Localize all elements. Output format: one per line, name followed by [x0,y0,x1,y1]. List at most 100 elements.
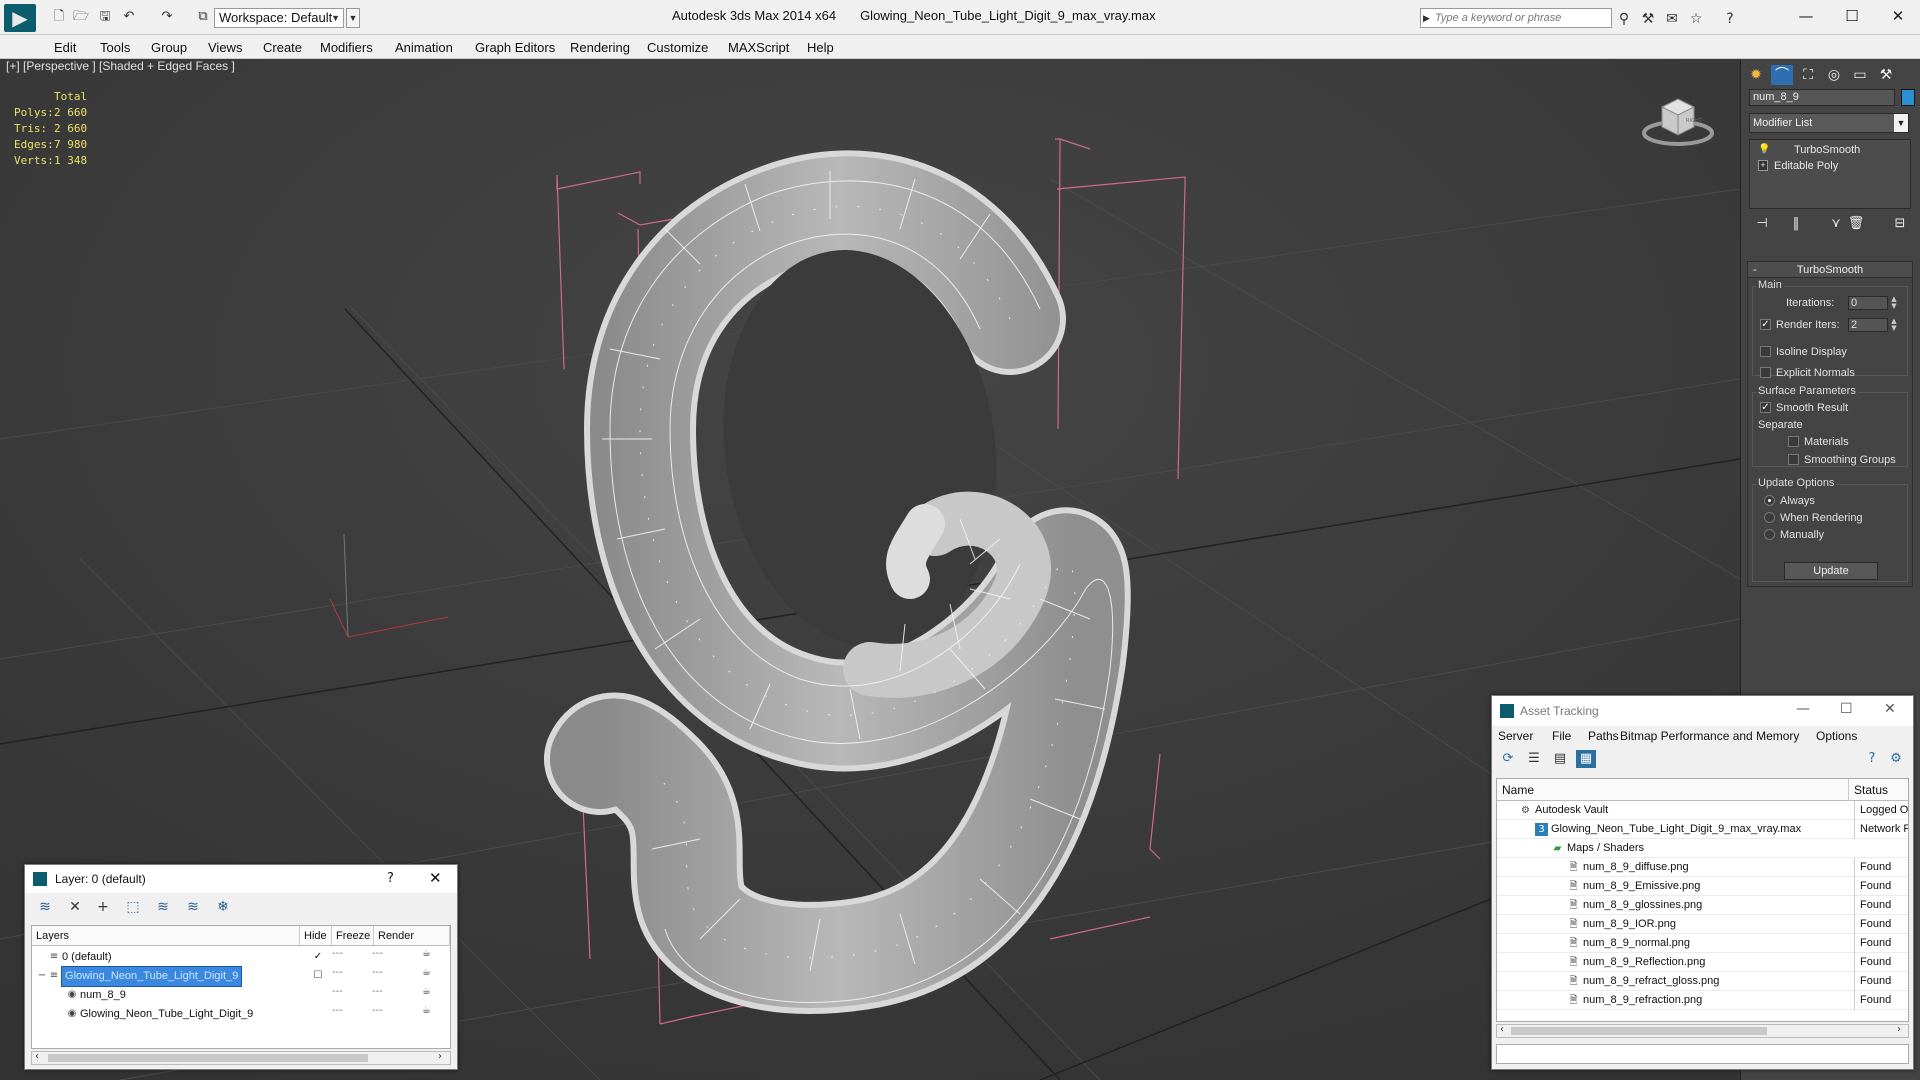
layer-row[interactable]: ◉ num_8_9 --- --- ☕ [32,986,450,1005]
column-header-name[interactable]: Name [1497,779,1849,801]
add-layer-icon[interactable]: + [93,898,113,916]
menu-views[interactable]: Views [208,40,242,55]
viewport-label[interactable]: [+] [Perspective ] [Shaded + Edged Faces… [6,59,235,73]
hide-toggle[interactable]: --- [332,986,343,997]
menu-bitmap-performance[interactable]: Bitmap Performance and Memory [1620,729,1799,743]
binoculars-icon[interactable]: ⚲ [1616,11,1632,27]
menu-group[interactable]: Group [151,40,187,55]
motion-tab-icon[interactable]: ◎ [1823,65,1845,85]
asset-row[interactable]: 3 Glowing_Neon_Tube_Light_Digit_9_max_vr… [1497,820,1908,839]
display-tab-icon[interactable]: ▭ [1849,65,1871,85]
asset-path-field[interactable] [1496,1044,1909,1064]
smooth-result-checkbox[interactable]: ✓ [1760,402,1771,413]
asset-row[interactable]: 🗎 num_8_9_Emissive.png Found [1497,877,1908,896]
asset-row[interactable]: 🗎 num_8_9_glossines.png Found [1497,896,1908,915]
asset-row[interactable]: 🗎 num_8_9_normal.png Found [1497,934,1908,953]
menu-rendering[interactable]: Rendering [570,40,630,55]
help-icon[interactable]: ? [1722,11,1738,27]
layer-row[interactable]: ≡ 0 (default) ✓ --- --- ☕ [32,948,450,967]
hide-toggle[interactable]: --- [332,967,343,978]
horizontal-scrollbar[interactable]: ‹ › [1496,1024,1909,1038]
maximize-button[interactable]: ☐ [1830,4,1874,28]
show-end-result-icon[interactable]: ‖ [1787,215,1805,233]
menu-maxscript[interactable]: MAXScript [728,40,789,55]
utilities-tab-icon[interactable]: ⚒ [1875,65,1897,85]
make-unique-icon[interactable]: ⋎ [1827,215,1845,233]
menu-modifiers[interactable]: Modifiers [320,40,373,55]
hide-toggle[interactable]: --- [332,1005,343,1016]
scroll-right-icon[interactable]: › [1897,1024,1901,1035]
asset-row[interactable]: 🗎 num_8_9_refraction.png Found [1497,991,1908,1010]
menu-graph-editors[interactable]: Graph Editors [475,40,555,55]
asset-row[interactable]: 🗎 num_8_9_Reflection.png Found [1497,953,1908,972]
redo-icon[interactable]: ↷ [158,9,176,25]
freeze-toggle[interactable]: --- [372,948,383,959]
list-view-icon[interactable]: ☰ [1524,750,1544,768]
remove-modifier-icon[interactable]: 🗑 [1847,215,1865,233]
thumbnail-view-icon[interactable]: ▤ [1550,750,1570,768]
freeze-toggle[interactable]: --- [372,986,383,997]
help-icon[interactable]: ? [1862,750,1882,768]
select-objects-icon[interactable]: ⬚ [123,898,143,916]
modify-tab-icon[interactable]: ⌒ [1771,65,1793,85]
object-color-swatch[interactable] [1901,89,1915,106]
manually-radio[interactable] [1764,529,1775,540]
delete-layer-icon[interactable]: ✕ [65,898,85,916]
app-logo-icon[interactable]: ▶ [4,4,36,32]
configure-sets-icon[interactable]: ⊟ [1891,215,1909,233]
subscription-icon[interactable]: ⚒ [1640,11,1656,27]
horizontal-scrollbar[interactable]: ‹ › [31,1051,451,1065]
spinner-arrows-icon[interactable]: ▲ ▼ [1890,318,1898,332]
checkmark-icon[interactable]: ✓ [312,951,324,963]
menu-help[interactable]: Help [807,40,834,55]
hide-toggle[interactable]: --- [332,948,343,959]
close-icon[interactable]: ✕ [429,869,442,887]
active-layer-box-icon[interactable]: ☐ [312,970,324,982]
create-tab-icon[interactable]: ✹ [1745,65,1767,85]
render-teapot-icon[interactable]: ☕ [422,986,431,997]
asset-row[interactable]: ▰ Maps / Shaders [1497,839,1908,858]
communication-icon[interactable]: ✉ [1664,11,1680,27]
workspace-menu-button[interactable]: ▼ [346,8,360,28]
scroll-left-icon[interactable]: ‹ [35,1051,39,1062]
menu-create[interactable]: Create [263,40,302,55]
asset-row[interactable]: 🗎 num_8_9_diffuse.png Found [1497,858,1908,877]
layer-row[interactable]: ◉ Glowing_Neon_Tube_Light_Digit_9 --- --… [32,1005,450,1024]
menu-server[interactable]: Server [1498,729,1533,743]
asset-row[interactable]: 🗎 num_8_9_refract_gloss.png Found [1497,972,1908,991]
explicit-normals-checkbox[interactable] [1760,367,1771,378]
render-teapot-icon[interactable]: ☕ [422,1005,431,1016]
smoothing-groups-checkbox[interactable] [1788,454,1799,465]
search-input[interactable]: ▶ Type a keyword or phrase [1420,8,1612,28]
render-iters-checkbox[interactable]: ✓ [1760,319,1771,330]
column-header-render[interactable]: Render [374,926,450,946]
favorites-star-icon[interactable]: ☆ [1688,11,1704,27]
expand-plus-icon[interactable]: + [1758,160,1768,171]
materials-checkbox[interactable] [1788,436,1799,447]
maximize-button[interactable]: ☐ [1840,701,1853,717]
layer-row[interactable]: − ≡ Glowing_Neon_Tube_Light_Digit_9 ☐ --… [32,966,450,987]
iterations-spinner[interactable]: 0 [1848,296,1888,310]
new-file-icon[interactable]: 🗋 [50,9,68,25]
asset-row[interactable]: ⚙ Autodesk Vault Logged O [1497,801,1908,820]
stack-item-editable-poly[interactable]: + Editable Poly [1750,158,1910,174]
scrollbar-thumb[interactable] [48,1054,368,1062]
scroll-left-icon[interactable]: ‹ [1500,1024,1504,1035]
workspace-dropdown[interactable]: Workspace: Default ▼ [214,8,344,28]
collapse-icon[interactable]: − [36,970,48,982]
highlight-layer-icon[interactable]: ≋ [153,898,173,916]
asset-row[interactable]: 🗎 num_8_9_IOR.png Found [1497,915,1908,934]
asset-tracking-titlebar[interactable]: Asset Tracking — ☐ ✕ [1492,696,1913,726]
menu-tools[interactable]: Tools [100,40,130,55]
menu-paths[interactable]: Paths [1588,729,1619,743]
pin-stack-icon[interactable]: ⊣ [1753,215,1771,233]
lightbulb-icon[interactable]: 💡 [1758,144,1770,155]
update-button[interactable]: Update [1784,562,1878,580]
stack-item-turbosmooth[interactable]: 💡 TurboSmooth [1750,142,1910,158]
settings-icon[interactable]: ⚙ [1886,750,1906,768]
when-rendering-radio[interactable] [1764,512,1775,523]
modifier-list-dropdown[interactable]: Modifier List ▼ [1749,113,1909,133]
close-button[interactable]: ✕ [1884,701,1896,717]
close-button[interactable]: ✕ [1876,4,1920,28]
open-file-icon[interactable]: 🗁 [72,9,90,25]
